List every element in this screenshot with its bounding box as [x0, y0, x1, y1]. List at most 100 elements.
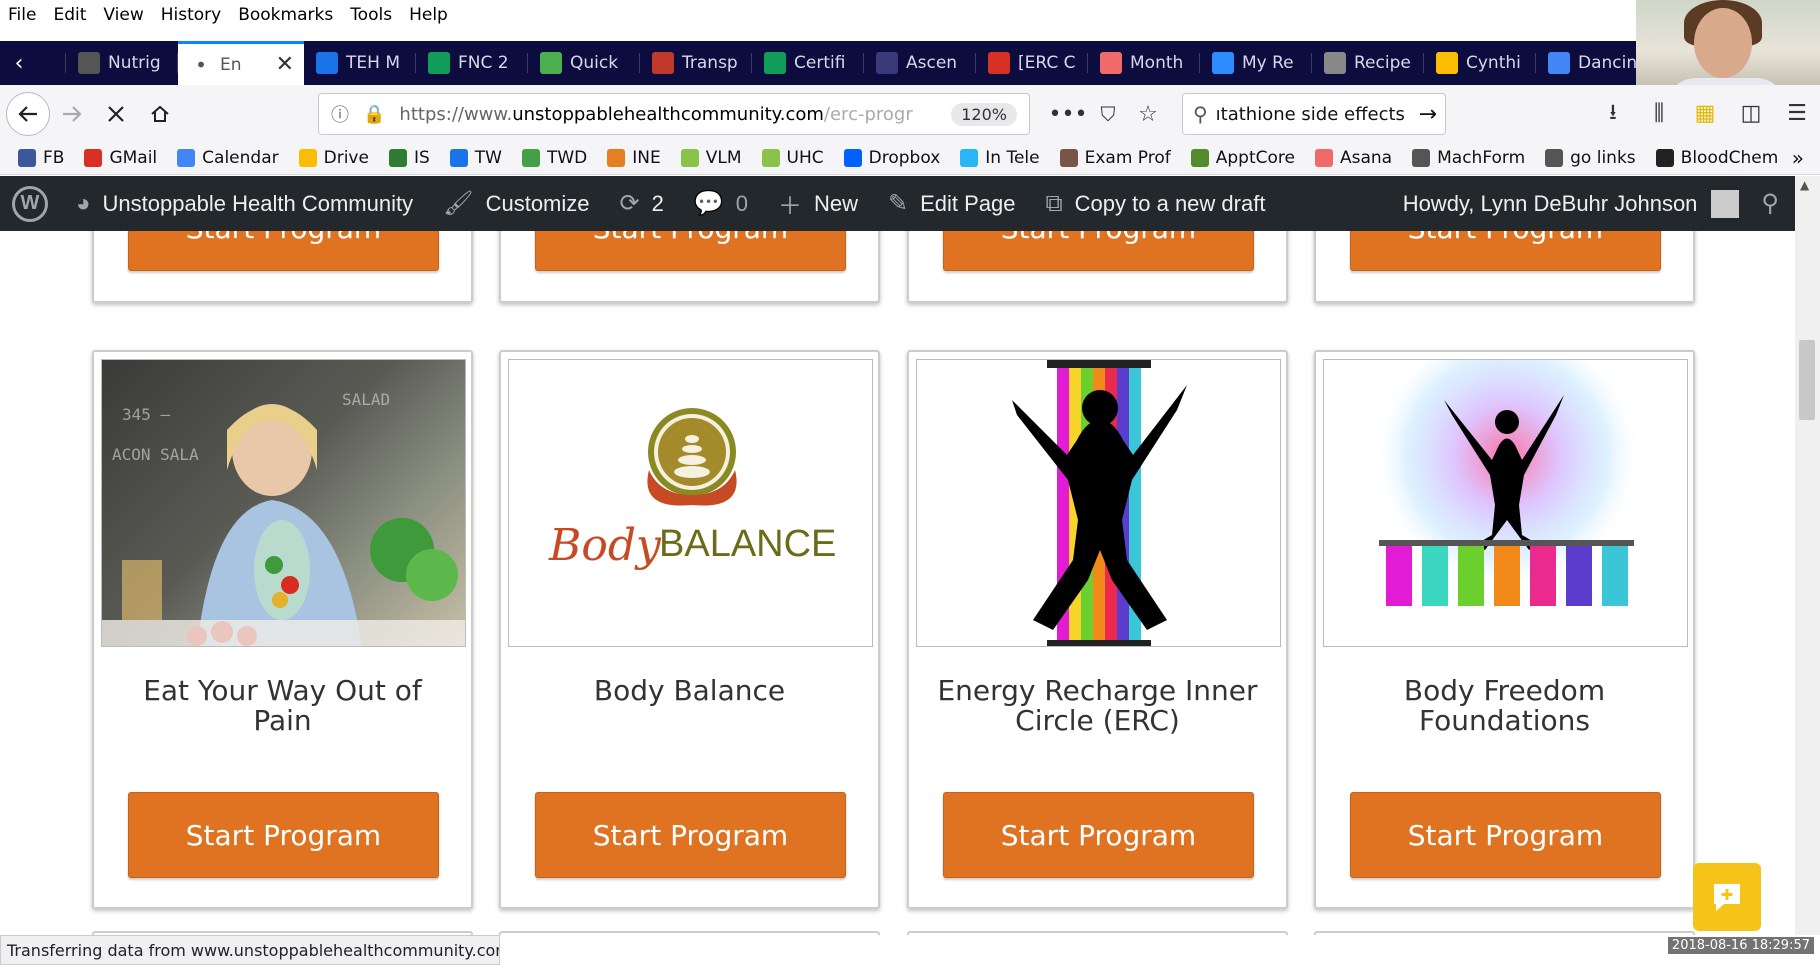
program-card-top-4: Start Program — [1314, 231, 1695, 303]
tab-2[interactable]: TEH M — [304, 41, 416, 85]
home-button[interactable] — [138, 92, 182, 136]
forward-button[interactable] — [50, 92, 94, 136]
start-program-button[interactable]: Start Program — [535, 231, 846, 271]
bookmark-8[interactable]: VLM — [680, 148, 742, 168]
tab-label: Nutrig — [108, 53, 161, 73]
scrollbar-thumb[interactable] — [1799, 340, 1815, 420]
start-program-button[interactable]: Start Program — [1350, 792, 1661, 878]
search-go-icon[interactable]: → — [1419, 102, 1437, 127]
wp-site-link[interactable]: ◕ Unstoppable Health Community — [76, 190, 413, 218]
info-icon[interactable]: ⓘ — [331, 101, 349, 127]
tab-partial[interactable] — [38, 41, 66, 85]
menu-help[interactable]: Help — [409, 5, 448, 25]
bookmark-2[interactable]: Calendar — [177, 148, 279, 168]
tab-10[interactable]: My Re — [1200, 41, 1312, 85]
calendar-icon — [177, 149, 196, 167]
start-program-button[interactable]: Start Program — [943, 231, 1254, 271]
bookmark-10[interactable]: Dropbox — [843, 148, 941, 168]
start-program-button[interactable]: Start Program — [1350, 231, 1661, 271]
webcam-face — [1694, 8, 1752, 78]
bookmark-12[interactable]: Exam Prof — [1059, 148, 1171, 168]
drive-icon — [1436, 52, 1458, 74]
secure-lock-icon[interactable]: 🔒 — [363, 104, 385, 125]
tab-12[interactable]: Cynthi — [1424, 41, 1536, 85]
url-path: /erc-progr — [823, 103, 913, 125]
bookmark-star-icon[interactable]: ☆ — [1128, 102, 1168, 127]
downloads-icon[interactable]: ⭳ — [1590, 95, 1636, 133]
start-program-button[interactable]: Start Program — [535, 792, 846, 878]
bookmark-7[interactable]: INE — [607, 148, 661, 168]
menu-history[interactable]: History — [161, 5, 221, 25]
wp-howdy: Howdy, Lynn DeBuhr Johnson — [1402, 190, 1698, 216]
uhc-icon — [761, 149, 780, 167]
program-card-top-1: Start Program — [92, 231, 473, 303]
tab-11[interactable]: Recipe — [1312, 41, 1424, 85]
program-card-body-freedom: Body Freedom Foundations Start Program — [1314, 350, 1695, 909]
pocket-icon[interactable]: ⛉ — [1088, 102, 1128, 126]
start-program-button[interactable]: Start Program — [943, 792, 1254, 878]
bookmark-4[interactable]: IS — [388, 148, 430, 168]
wp-copy-draft[interactable]: ⧉ Copy to a new draft — [1046, 190, 1266, 218]
page-scrollbar[interactable]: ▲ — [1795, 176, 1820, 935]
wp-account[interactable]: Howdy, Lynn DeBuhr Johnson ⚲ — [1403, 176, 1785, 231]
bookmark-label: IS — [413, 148, 430, 168]
sidebar-icon[interactable]: ◫ — [1728, 101, 1774, 126]
tab-3[interactable]: FNC 2 — [416, 41, 528, 85]
help-chat-widget[interactable] — [1693, 863, 1761, 931]
library-icon[interactable]: ⫼ — [1636, 101, 1682, 126]
tab-7[interactable]: Ascen — [864, 41, 976, 85]
bookmark-15[interactable]: MachForm — [1412, 148, 1525, 168]
bookmark-16[interactable]: go links — [1545, 148, 1636, 168]
page-actions-icon[interactable]: ••• — [1048, 102, 1088, 127]
wp-new[interactable]: ＋ New — [778, 186, 858, 221]
tab-4[interactable]: Quick — [528, 41, 640, 85]
drive-icon — [298, 149, 317, 167]
bookmark-6[interactable]: TWD — [521, 148, 587, 168]
tab-1[interactable]: • En ✕ — [178, 41, 304, 85]
wp-edit-page[interactable]: ✎ Edit Page — [888, 189, 1016, 218]
wp-customize[interactable]: 🖌 Customize — [443, 189, 589, 218]
bookmark-17[interactable]: BloodChem — [1655, 148, 1778, 168]
logo-caps-text: BALANCE — [659, 523, 836, 565]
bookmark-5[interactable]: TW — [449, 148, 502, 168]
back-button[interactable] — [6, 91, 50, 136]
bookmark-9[interactable]: UHC — [761, 148, 824, 168]
wp-updates[interactable]: ⟳ 2 — [620, 189, 664, 218]
url-bar[interactable]: ⓘ 🔒 https://www. unstoppablehealthcommuni… — [318, 93, 1030, 135]
wp-search-icon[interactable]: ⚲ — [1761, 189, 1779, 218]
hamburger-menu-icon[interactable]: ☰ — [1774, 101, 1820, 126]
bookmark-14[interactable]: Asana — [1315, 148, 1392, 168]
close-tab-icon[interactable]: ✕ — [276, 52, 294, 77]
stop-button[interactable] — [94, 92, 138, 136]
tw-icon — [449, 149, 468, 167]
menu-tools[interactable]: Tools — [350, 5, 392, 25]
bookmark-0[interactable]: FB — [18, 148, 64, 168]
bookmark-1[interactable]: GMail — [84, 148, 157, 168]
menu-bookmarks[interactable]: Bookmarks — [238, 5, 333, 25]
wp-new-label: New — [814, 190, 859, 216]
program-card-body-balance: Body BALANCE Body Balance Start Program — [499, 350, 880, 909]
more-bookmarks-icon[interactable]: » — [1792, 146, 1804, 170]
svg-text:345 —: 345 — — [122, 405, 171, 424]
wp-comments[interactable]: 💬 0 — [694, 189, 748, 218]
menu-edit[interactable]: Edit — [53, 5, 86, 25]
bookmark-13[interactable]: ApptCore — [1190, 148, 1295, 168]
tab-6[interactable]: Certifi — [752, 41, 864, 85]
menu-file[interactable]: File — [8, 5, 36, 25]
tab-13[interactable]: Dancin — [1536, 41, 1648, 85]
bookmark-11[interactable]: In Tele — [960, 148, 1040, 168]
tab-9[interactable]: Month — [1088, 41, 1200, 85]
scroll-tabs-left-icon[interactable]: ‹ — [0, 51, 38, 76]
start-program-button[interactable]: Start Program — [128, 231, 439, 271]
menu-view[interactable]: View — [103, 5, 143, 25]
tab-0[interactable]: Nutrig — [66, 41, 178, 85]
bookmark-label: Dropbox — [868, 148, 941, 168]
search-input[interactable]: ⚲ ıtathione side effects → — [1182, 93, 1446, 135]
start-program-button[interactable]: Start Program — [128, 792, 439, 878]
extension-icon[interactable]: ▦ — [1682, 101, 1728, 126]
zoom-level[interactable]: 120% — [951, 102, 1017, 126]
tab-8[interactable]: [ERC C — [976, 41, 1088, 85]
tab-5[interactable]: Transp — [640, 41, 752, 85]
bookmark-3[interactable]: Drive — [298, 148, 369, 168]
wordpress-logo-icon[interactable]: W — [12, 185, 48, 222]
